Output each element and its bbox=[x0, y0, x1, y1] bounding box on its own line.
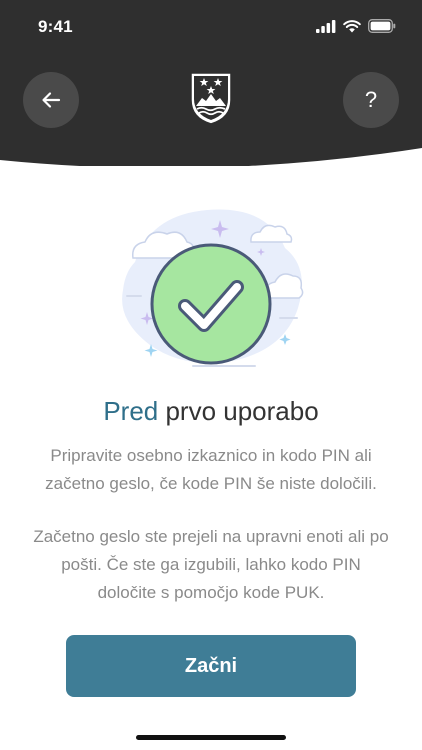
help-label: ? bbox=[364, 87, 378, 112]
title-accent: Pred bbox=[103, 396, 159, 426]
arrow-left-icon bbox=[42, 92, 61, 108]
status-icons bbox=[316, 17, 396, 35]
checkmark-icon bbox=[150, 243, 272, 365]
instruction-paragraph-1: Pripravite osebno izkaznico in kodo PIN … bbox=[45, 446, 377, 493]
header: ? bbox=[0, 56, 422, 166]
back-button[interactable] bbox=[23, 72, 79, 128]
battery-icon bbox=[368, 19, 396, 33]
success-illustration bbox=[105, 200, 317, 377]
start-button[interactable]: Začni bbox=[66, 635, 356, 697]
home-indicator bbox=[136, 735, 286, 740]
title-rest: prvo uporabo bbox=[158, 396, 319, 426]
status-bar: 9:41 bbox=[0, 0, 422, 56]
signal-icon bbox=[316, 19, 336, 33]
slovenia-coat-of-arms-logo bbox=[188, 70, 234, 131]
wifi-icon bbox=[343, 19, 361, 32]
instruction-paragraph-2: Začetno geslo ste prejeli na upravni eno… bbox=[33, 527, 389, 602]
page-title: Pred prvo uporabo bbox=[0, 396, 422, 427]
status-time: 9:41 bbox=[38, 17, 73, 36]
help-button[interactable]: ? bbox=[343, 72, 399, 128]
